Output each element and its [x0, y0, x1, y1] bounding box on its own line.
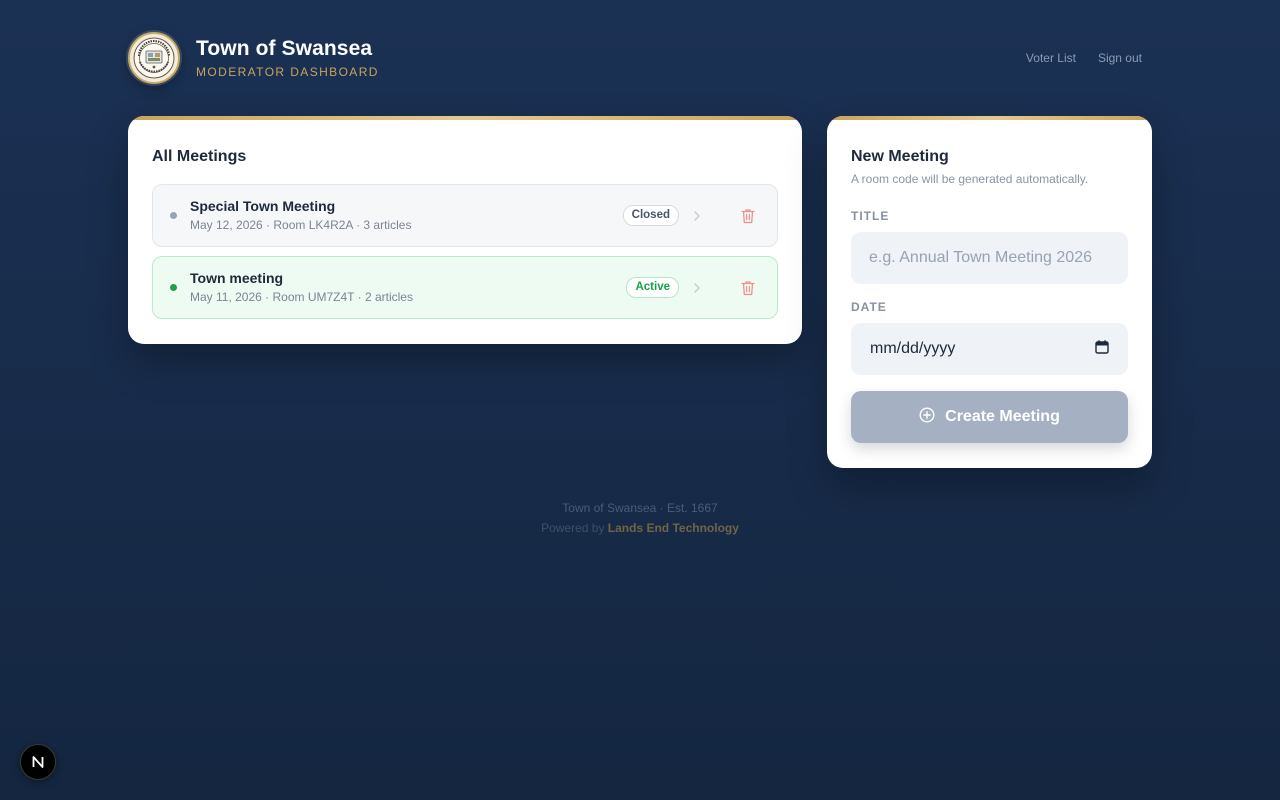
footer-powered-by: Powered by Lands End Technology [0, 520, 1280, 536]
new-meeting-title: New Meeting [851, 148, 949, 165]
sign-out-link[interactable]: Sign out [1098, 51, 1142, 65]
brand-text: Town of Swansea MODERATOR DASHBOARD [196, 37, 379, 80]
meeting-info: Special Town Meeting May 12, 2026 · Room… [190, 198, 623, 233]
meeting-info: Town meeting May 11, 2026 · Room UM7Z4T … [190, 270, 626, 305]
meeting-name: Special Town Meeting [190, 198, 336, 214]
create-meeting-label: Create Meeting [945, 408, 1060, 425]
title-label: TITLE [851, 209, 890, 223]
footer: Town of Swansea · Est. 1667 Powered by L… [0, 500, 1280, 536]
date-placeholder: mm/dd/yyyy [870, 340, 956, 357]
top-nav: Voter List Sign out [1026, 51, 1142, 65]
chevron-right-icon[interactable] [689, 282, 705, 294]
new-meeting-subtitle: A room code will be generated automatica… [851, 172, 1089, 186]
powered-prefix: Powered by [541, 521, 605, 535]
status-dot [170, 284, 177, 291]
meeting-row-town-meeting[interactable]: Town meeting May 11, 2026 · Room UM7Z4T … [152, 256, 778, 319]
status-dot [170, 212, 177, 219]
meeting-name: Town meeting [190, 270, 284, 286]
n-logo-icon [32, 756, 44, 768]
status-badge: Active [626, 277, 679, 298]
meeting-list: Special Town Meeting May 12, 2026 · Room… [152, 184, 778, 319]
voter-list-link[interactable]: Voter List [1026, 51, 1076, 65]
trash-icon[interactable] [739, 208, 757, 224]
header: Town of Swansea MODERATOR DASHBOARD Vote… [128, 32, 1152, 84]
date-input[interactable]: mm/dd/yyyy [851, 323, 1128, 375]
dev-tools-badge[interactable] [20, 744, 56, 780]
calendar-icon[interactable] [1095, 339, 1109, 359]
date-label: DATE [851, 300, 887, 314]
status-badge: Closed [622, 205, 679, 226]
chevron-right-icon[interactable] [689, 210, 705, 222]
meeting-row-special-town-meeting[interactable]: Special Town Meeting May 12, 2026 · Room… [152, 184, 778, 247]
powered-company-link[interactable]: Lands End Technology [608, 521, 739, 535]
app-subtitle: MODERATOR DASHBOARD [196, 64, 379, 79]
meetings-card: All Meetings Special Town Meeting May 12… [128, 116, 802, 344]
trash-icon[interactable] [739, 280, 757, 296]
meeting-meta: May 12, 2026 · Room LK4R2A · 3 articles [190, 218, 412, 232]
brand: Town of Swansea MODERATOR DASHBOARD [128, 32, 379, 84]
new-meeting-card: New Meeting A room code will be generate… [827, 116, 1152, 468]
create-meeting-button[interactable]: Create Meeting [851, 391, 1128, 443]
meetings-title: All Meetings [152, 148, 247, 165]
app-title: Town of Swansea [196, 36, 373, 60]
footer-established: Town of Swansea · Est. 1667 [562, 501, 718, 515]
title-input[interactable] [851, 232, 1128, 284]
plus-circle-icon [919, 406, 935, 428]
meeting-meta: May 11, 2026 · Room UM7Z4T · 2 articles [190, 290, 413, 304]
town-seal-logo [128, 32, 180, 84]
